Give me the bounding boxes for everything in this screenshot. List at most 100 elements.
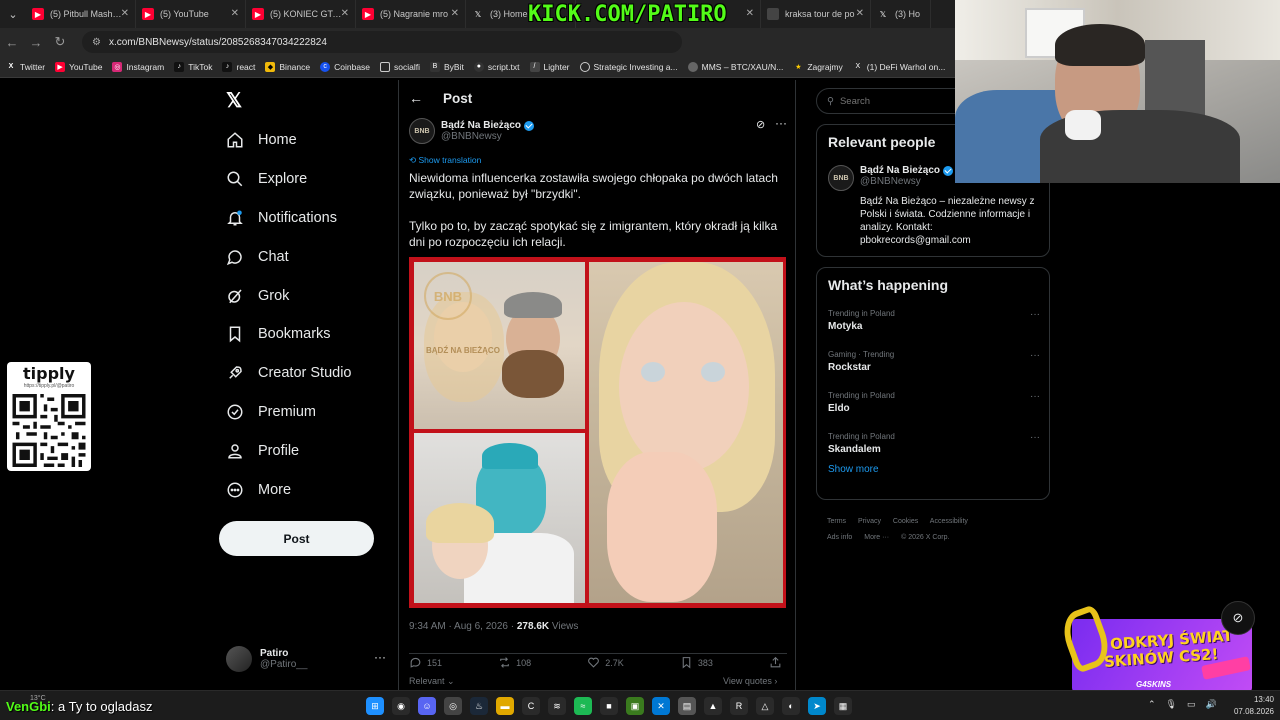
bookmark-item[interactable]: B ByBit	[430, 61, 464, 72]
footer-link[interactable]: More ···	[864, 534, 889, 541]
bookmark-item[interactable]: MMS – BTC/XAU/N...	[687, 61, 783, 72]
bookmark-item[interactable]: / Lighter	[529, 61, 570, 72]
trend-item[interactable]: Trending in Poland Skandalem ···	[828, 432, 1040, 455]
bookmark-item[interactable]: ▶ YouTube	[55, 61, 102, 72]
forward-icon[interactable]: →	[24, 35, 48, 50]
grok-float-button[interactable]: ⊘	[1221, 601, 1255, 635]
browser-tab[interactable]: kraksa tour de po ✕	[761, 0, 871, 28]
repost-button[interactable]: 108	[498, 656, 531, 669]
back-icon[interactable]: ←	[0, 35, 24, 50]
show-translation-link[interactable]: ⟲ Show translation	[409, 155, 481, 166]
footer-link[interactable]: Terms	[827, 518, 846, 525]
url-field[interactable]: ⚙ x.com/BNBNewsy/status/20852683470342228…	[82, 31, 682, 53]
taskbar-clock[interactable]: 13:40 07.08.2026	[1226, 694, 1274, 718]
bookmark-item[interactable]: socialfi	[380, 61, 420, 72]
author-name[interactable]: Bądź Na Bieżąco	[441, 120, 521, 131]
steam-icon[interactable]: ♨	[470, 697, 488, 715]
tab-search-button[interactable]: ⌄	[0, 0, 26, 28]
more-dots-icon[interactable]: ···	[374, 650, 386, 664]
view-quotes-link[interactable]: View quotes ›	[723, 676, 777, 686]
bookmark-item[interactable]: ◆ Binance	[265, 61, 310, 72]
reload-icon[interactable]: ↻	[48, 34, 72, 50]
browser-tab[interactable]: ▶ (5) KONIEC GTA R ✕	[246, 0, 356, 28]
nav-creator-studio[interactable]: Creator Studio	[226, 361, 352, 385]
footer-link[interactable]: Ads info	[827, 534, 852, 541]
telegram-icon[interactable]: ➤	[808, 697, 826, 715]
show-more-link[interactable]: Show more	[828, 464, 879, 475]
post-time[interactable]: 9:34 AM · Aug 6, 2026 ·	[409, 621, 517, 632]
post-media[interactable]: BNB BĄDŹ NA BIEŻĄCO	[409, 257, 786, 608]
more-dots-icon[interactable]: ···	[1030, 350, 1040, 361]
app-icon[interactable]: △	[756, 697, 774, 715]
app-icon[interactable]: ▣	[626, 697, 644, 715]
close-icon[interactable]: ✕	[451, 8, 459, 19]
grok-icon[interactable]: ⊘	[756, 118, 765, 131]
bookmark-item[interactable]: ♪ react	[222, 61, 255, 72]
bookmark-item[interactable]: ★ Zagrajmy	[793, 62, 843, 72]
app-icon[interactable]: ■	[600, 697, 618, 715]
network-icon[interactable]: ▭	[1187, 699, 1196, 710]
more-dots-icon[interactable]: ···	[1030, 309, 1040, 320]
close-icon[interactable]: ✕	[856, 8, 864, 19]
x-logo-icon[interactable]: 𝕏	[226, 88, 242, 113]
close-icon[interactable]: ✕	[121, 8, 129, 19]
bookmark-item[interactable]: X Twitter	[6, 62, 45, 72]
bookmark-item[interactable]: X (1) DeFi Warhol on...	[853, 62, 945, 72]
bookmark-button[interactable]: 383	[680, 656, 713, 669]
account-switcher[interactable]: Patiro @Patiro__ ···	[226, 642, 386, 676]
windows-start-icon[interactable]: ⊞	[366, 697, 384, 715]
obs-icon[interactable]: ◎	[444, 697, 462, 715]
nav-grok[interactable]: Grok	[226, 284, 289, 308]
footer-link[interactable]: Accessibility	[930, 518, 968, 525]
share-button[interactable]	[769, 656, 787, 669]
app-icon[interactable]: ≋	[548, 697, 566, 715]
bookmark-item[interactable]: Strategic Investing a...	[579, 61, 678, 72]
chevron-up-icon[interactable]: ⌃	[1148, 699, 1156, 710]
app-icon[interactable]: ▲	[704, 697, 722, 715]
app-icon[interactable]: C	[522, 697, 540, 715]
nav-chat[interactable]: Chat	[226, 245, 289, 269]
app-icon[interactable]: ✕	[652, 697, 670, 715]
chrome-icon[interactable]: ◉	[392, 697, 410, 715]
close-icon[interactable]: ✕	[746, 8, 754, 19]
avatar[interactable]: BNB	[409, 118, 435, 144]
footer-link[interactable]: Privacy	[858, 518, 881, 525]
footer-link[interactable]: Cookies	[893, 518, 918, 525]
more-dots-icon[interactable]: ···	[1030, 432, 1040, 443]
nav-explore[interactable]: Explore	[226, 167, 307, 191]
sort-dropdown[interactable]: Relevant ⌄	[409, 676, 455, 687]
trend-item[interactable]: Gaming · Trending Rockstar ···	[828, 350, 1040, 373]
like-button[interactable]: 2.7K	[587, 656, 624, 669]
browser-tab[interactable]: ▶ (5) YouTube ✕	[136, 0, 246, 28]
reply-button[interactable]: 151	[409, 656, 442, 669]
back-arrow-icon[interactable]: ←	[409, 90, 423, 106]
microphone-icon[interactable]: 🎙	[1166, 699, 1177, 710]
site-info-icon[interactable]: ⚙	[92, 37, 101, 48]
browser-tab[interactable]: 𝕏 (3) Ho	[871, 0, 931, 28]
app-icon[interactable]: ▤	[678, 697, 696, 715]
app-icon[interactable]: ◐	[782, 697, 800, 715]
trend-item[interactable]: Trending in Poland Motyka ···	[828, 309, 1040, 332]
notepad-icon[interactable]: ▦	[834, 697, 852, 715]
bookmark-item[interactable]: ◎ Instagram	[112, 61, 164, 72]
bookmark-item[interactable]: ♪ TikTok	[174, 61, 212, 72]
nav-more[interactable]: More	[226, 478, 291, 502]
folder-icon[interactable]: ▬	[496, 697, 514, 715]
close-icon[interactable]: ✕	[341, 8, 349, 19]
browser-tab[interactable]: ▶ (5) Pitbull Mashup ✕	[26, 0, 136, 28]
nav-premium[interactable]: Premium	[226, 400, 316, 424]
more-dots-icon[interactable]: ···	[1030, 391, 1040, 402]
post-author[interactable]: BNB Bądź Na Bieżąco @BNBNewsy	[409, 118, 535, 144]
nav-notifications[interactable]: Notifications	[226, 206, 337, 230]
close-icon[interactable]: ✕	[231, 8, 239, 19]
bookmark-item[interactable]: ● script.txt	[473, 61, 520, 72]
app-icon[interactable]: R	[730, 697, 748, 715]
volume-icon[interactable]: 🔊	[1206, 699, 1217, 710]
nav-home[interactable]: Home	[226, 128, 297, 152]
nav-profile[interactable]: Profile	[226, 439, 299, 463]
trend-item[interactable]: Trending in Poland Eldo ···	[828, 391, 1040, 414]
browser-tab[interactable]: ▶ (5) Nagranie mro ✕	[356, 0, 466, 28]
more-dots-icon[interactable]: ···	[775, 116, 787, 130]
spotify-icon[interactable]: ≈	[574, 697, 592, 715]
post-button[interactable]: Post	[219, 521, 374, 556]
